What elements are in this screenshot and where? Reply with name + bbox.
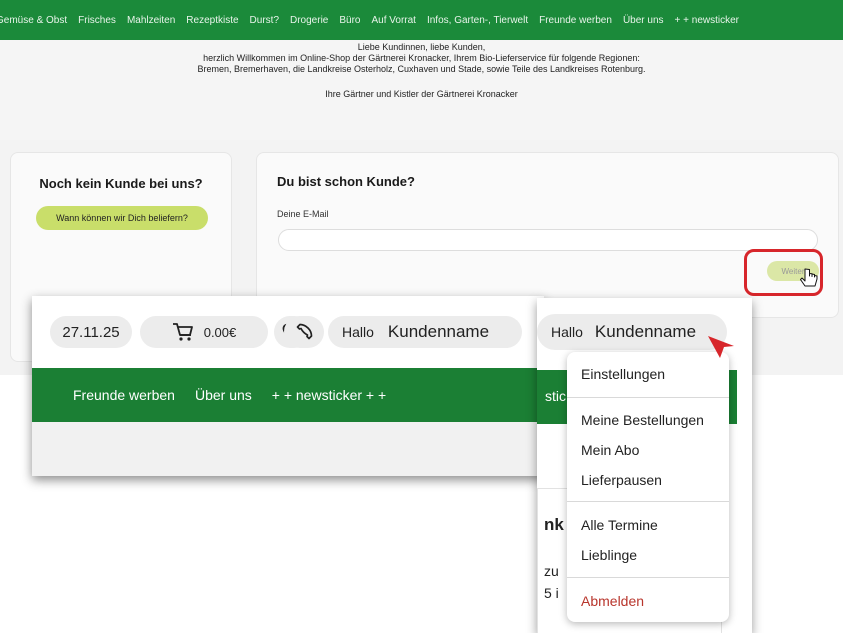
greeting-text: Hallo [342,324,374,340]
nav-item-freunde-werben-zoom[interactable]: Freunde werben [73,387,175,403]
welcome-line-3: Bremen, Bremerhaven, die Landkreise Oste… [197,64,646,74]
arrow-icon [708,336,734,358]
account-menu: Einstellungen Meine Bestellungen Mein Ab… [567,352,729,622]
cart-icon [172,323,193,341]
nav-item-mahlzeiten[interactable]: Mahlzeiten [127,15,175,26]
menu-divider [567,577,729,578]
welcome-line-2: herzlich Willkommen im Online-Shop der G… [203,53,640,63]
customer-name: Kundenname [387,322,490,341]
nav-item-auf-vorrat[interactable]: Auf Vorrat [371,15,415,26]
phone-icon [296,323,313,340]
nav-item-ueber-uns-zoom[interactable]: Über uns [195,387,252,403]
menu-item-einstellungen[interactable]: Einstellungen [581,366,665,382]
menu-item-lieferpausen[interactable]: Lieferpausen [581,472,662,488]
new-customer-title: Noch kein Kunde bei uns? [39,176,203,191]
menu-divider [567,397,729,398]
menu-item-mein-abo[interactable]: Mein Abo [581,442,639,458]
email-label: Deine E-Mail [277,209,329,219]
nav-item-gemuese-obst[interactable]: Gemüse & Obst [0,15,67,26]
main-nav: Gemüse & Obst Frisches Mahlzeiten Rezept… [0,0,843,40]
page-fragment-line-1: zu [544,563,559,579]
account-menu-trigger[interactable]: Hallo Kundenname [328,316,522,348]
contact-button[interactable] [284,316,324,348]
nav-item-buero[interactable]: Büro [339,15,360,26]
pointer-cursor-icon [800,268,818,287]
delivery-date-pill[interactable]: 27.11.25 [50,316,132,348]
nav-item-rezeptkiste[interactable]: Rezeptkiste [186,15,238,26]
customer-name-open: Kundenname [594,322,697,341]
menu-item-meine-bestellungen[interactable]: Meine Bestellungen [581,412,704,428]
page-fragment-line-2: 5 i [544,585,559,601]
header-bar: 27.11.25 0.00€ Hallo Kundenname [32,296,544,368]
nav-item-infos[interactable]: Infos, Garten-, Tierwelt [427,15,528,26]
nav-item-frisches[interactable]: Frisches [78,15,116,26]
nav-item-newsticker[interactable]: + + newsticker [675,15,739,26]
welcome-message: Liebe Kundinnen, liebe Kunden, herzlich … [0,40,843,140]
cart-pill[interactable]: 0.00€ [140,316,268,348]
cart-amount: 0.00€ [203,324,237,340]
menu-item-alle-termine[interactable]: Alle Termine [581,517,658,533]
nav-item-durst[interactable]: Durst? [250,15,279,26]
nav-item-freunde-werben[interactable]: Freunde werben [539,15,612,26]
welcome-line-1: Liebe Kundinnen, liebe Kunden, [357,42,486,52]
nav-fragment-text: stic [545,388,566,404]
page-fragment-heading: nk [544,515,564,534]
menu-divider [567,501,729,502]
menu-item-abmelden[interactable]: Abmelden [581,593,644,609]
nav-item-newsticker-zoom[interactable]: + + newsticker + + [272,387,386,403]
header-zoom: 27.11.25 0.00€ Hallo Kundenname Freunde … [32,296,544,476]
login-title: Du bist schon Kunde? [277,174,415,189]
nav-item-drogerie[interactable]: Drogerie [290,15,328,26]
nav-item-ueber-uns[interactable]: Über uns [623,15,664,26]
account-menu-trigger-open[interactable]: Hallo Kundenname [537,314,727,350]
email-field[interactable] [278,229,818,251]
delivery-date: 27.11.25 [62,323,120,341]
greeting-text-open: Hallo [551,324,583,340]
delivery-check-button[interactable]: Wann können wir Dich beliefern? [36,206,208,230]
menu-item-lieblinge[interactable]: Lieblinge [581,547,637,563]
welcome-signature: Ihre Gärtner und Kistler der Gärtnerei K… [325,89,518,99]
zoomed-nav: Freunde werben Über uns + + newsticker +… [32,368,544,422]
